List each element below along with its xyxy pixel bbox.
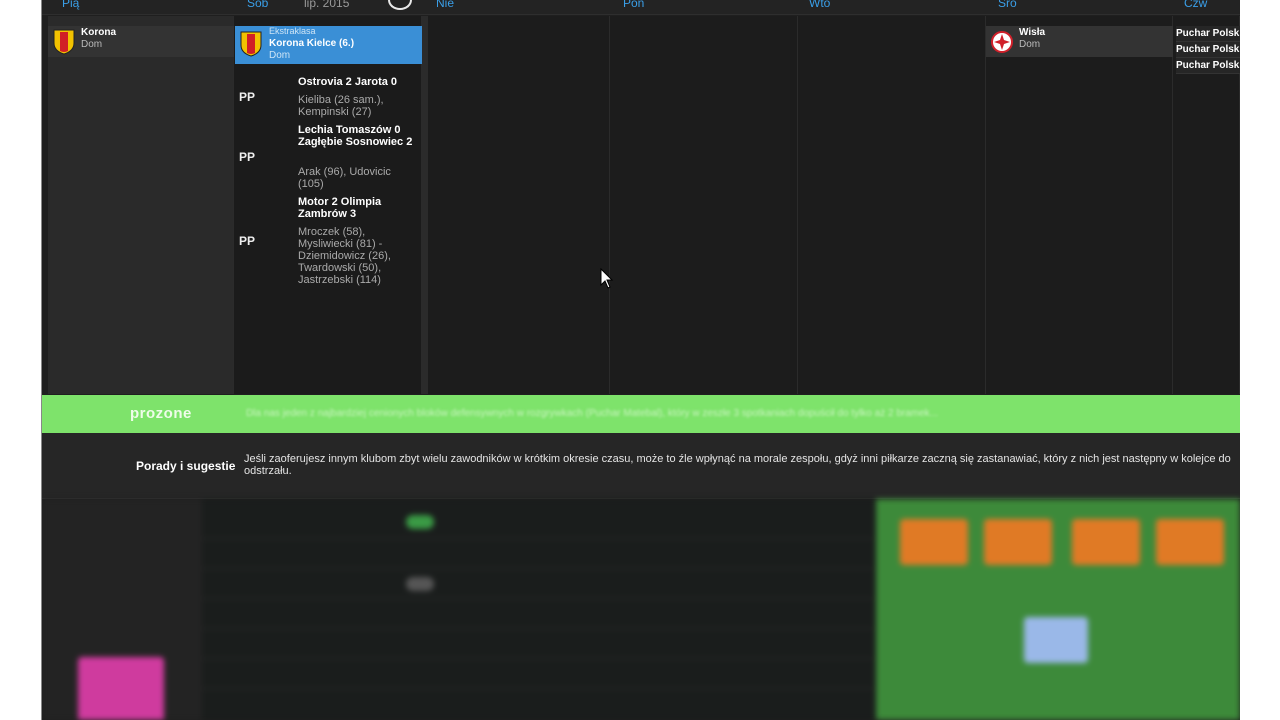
day-header-pon: Pon <box>623 0 645 10</box>
blurred-row <box>202 599 874 629</box>
match-event-wisla[interactable]: Wisła Dom <box>986 26 1173 57</box>
screen-left-margin <box>0 0 42 720</box>
day-header-sro: Śro <box>998 0 1017 10</box>
result-score: Lechia Tomaszów 0 Zagłębie Sosnowiec 2 <box>298 124 413 148</box>
calendar-app: Pią Sob lip. 2015 Nie Pon Wto Śro Czw Ko… <box>42 0 1240 720</box>
day-column-sro[interactable] <box>986 16 1173 394</box>
day-column-wto[interactable] <box>798 16 986 394</box>
blurred-player-card <box>984 519 1052 565</box>
cup-fixtures-list: Puchar Polski Puchar Polski Puchar Polsk… <box>1176 26 1240 74</box>
event-team: Korona <box>81 27 116 38</box>
day-column-pon[interactable] <box>610 16 798 394</box>
blurred-player-card <box>1024 617 1088 663</box>
tips-text: Jeśli zaoferujesz innym klubom zbyt wiel… <box>244 453 1231 477</box>
korona-crest-icon <box>53 29 75 55</box>
result-scorers: Mroczek (58), Mysliwiecki (81) - Dziemid… <box>298 226 391 286</box>
match-event-korona-kielce-selected[interactable]: Ekstraklasa Korona Kielce (6.) Dom <box>235 26 422 64</box>
event-team: Korona Kielce (6.) <box>269 38 355 49</box>
korona-crest-icon <box>240 31 262 57</box>
banner-text: Dla nas jeden z najbardziej cenionych bl… <box>246 408 939 419</box>
tips-title: Porady i sugestie <box>136 459 236 473</box>
event-competition: Ekstraklasa <box>269 26 316 36</box>
day-header-czw: Czw <box>1184 0 1208 10</box>
cup-fixture[interactable]: Puchar Polski <box>1176 26 1240 42</box>
blurred-row <box>202 539 874 569</box>
result-score: Ostrovia 2 Jarota 0 <box>298 76 398 88</box>
blurred-row <box>202 569 874 599</box>
day-column-pia[interactable] <box>48 16 234 394</box>
result-score: Motor 2 Olimpia Zambrów 3 <box>298 196 382 220</box>
calendar-header: Pią Sob lip. 2015 Nie Pon Wto Śro Czw <box>42 0 1240 15</box>
blurred-background <box>42 499 1240 720</box>
day-header-sob: Sob <box>247 0 269 10</box>
match-event-korona[interactable]: Korona Dom <box>48 26 234 57</box>
blurred-pitch <box>876 499 1240 720</box>
blurred-row <box>202 509 874 539</box>
blurred-player-card <box>1156 519 1224 565</box>
blurred-pill <box>406 515 434 529</box>
screen-right-margin <box>1240 0 1280 720</box>
blurred-pill <box>406 577 434 591</box>
day-header-wto: Wto <box>809 0 831 10</box>
mouse-cursor-icon <box>600 268 614 289</box>
blurred-row <box>202 629 874 659</box>
result-scorers: Arak (96), Udovicic (105) <box>298 166 391 190</box>
blurred-card <box>78 657 164 720</box>
day-header-nie: Nie <box>436 0 455 10</box>
result-competition-code: PP <box>239 234 256 248</box>
prozone-logo: prozone <box>130 405 192 422</box>
blurred-player-card <box>900 519 968 565</box>
event-venue: Dom <box>81 39 103 50</box>
result-competition-code: PP <box>239 90 256 104</box>
event-venue: Dom <box>1019 39 1041 50</box>
cup-fixture[interactable]: Puchar Polski <box>1176 42 1240 58</box>
blurred-row <box>202 659 874 689</box>
event-venue: Dom <box>269 50 291 61</box>
result-competition-code: PP <box>239 150 256 164</box>
wisla-crest-icon <box>991 31 1013 53</box>
day-header-pia: Pią <box>62 0 80 10</box>
day-column-nie[interactable] <box>428 16 610 394</box>
event-team: Wisła <box>1019 27 1046 38</box>
tips-panel: Porady i sugestie Jeśli zaoferujesz inny… <box>42 433 1240 499</box>
month-label: lip. 2015 <box>304 0 350 10</box>
month-nav-icon[interactable] <box>388 0 412 10</box>
cup-fixture[interactable]: Puchar Polski <box>1176 58 1240 74</box>
result-scorers: Kieliba (26 sam.), Kempinski (27) <box>298 94 384 118</box>
prozone-banner[interactable]: prozone Dla nas jeden z najbardziej ceni… <box>42 395 1240 433</box>
blurred-player-card <box>1072 519 1140 565</box>
